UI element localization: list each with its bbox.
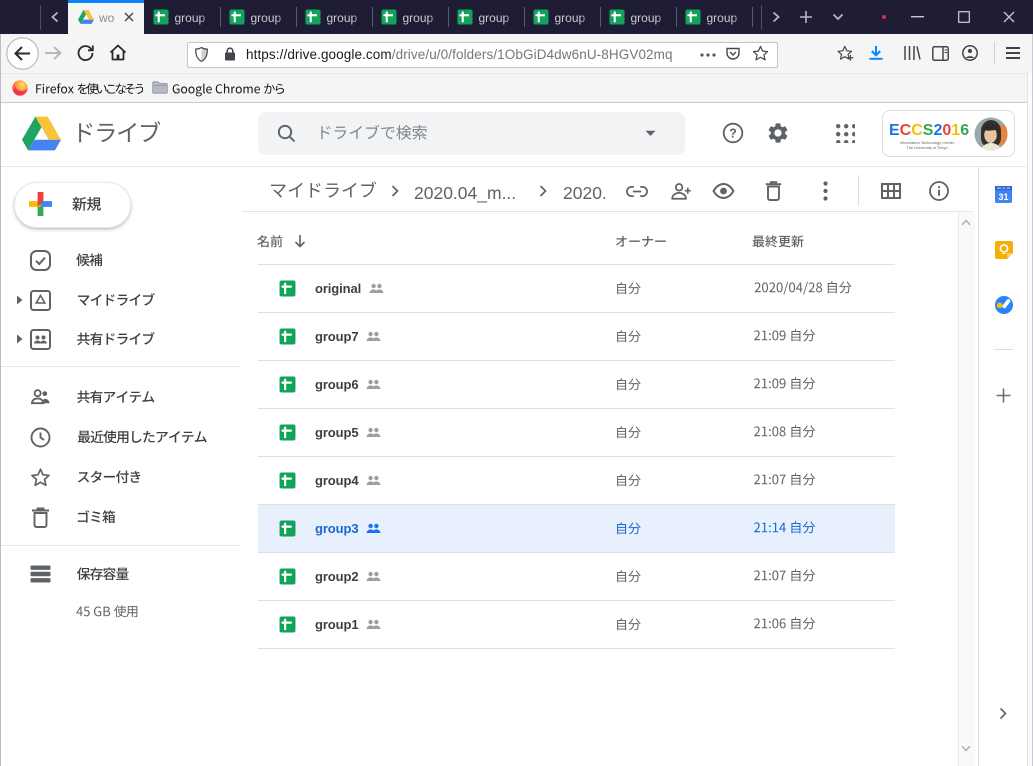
svg-text:?: ? [729,127,737,141]
svg-text:31: 31 [998,192,1008,202]
